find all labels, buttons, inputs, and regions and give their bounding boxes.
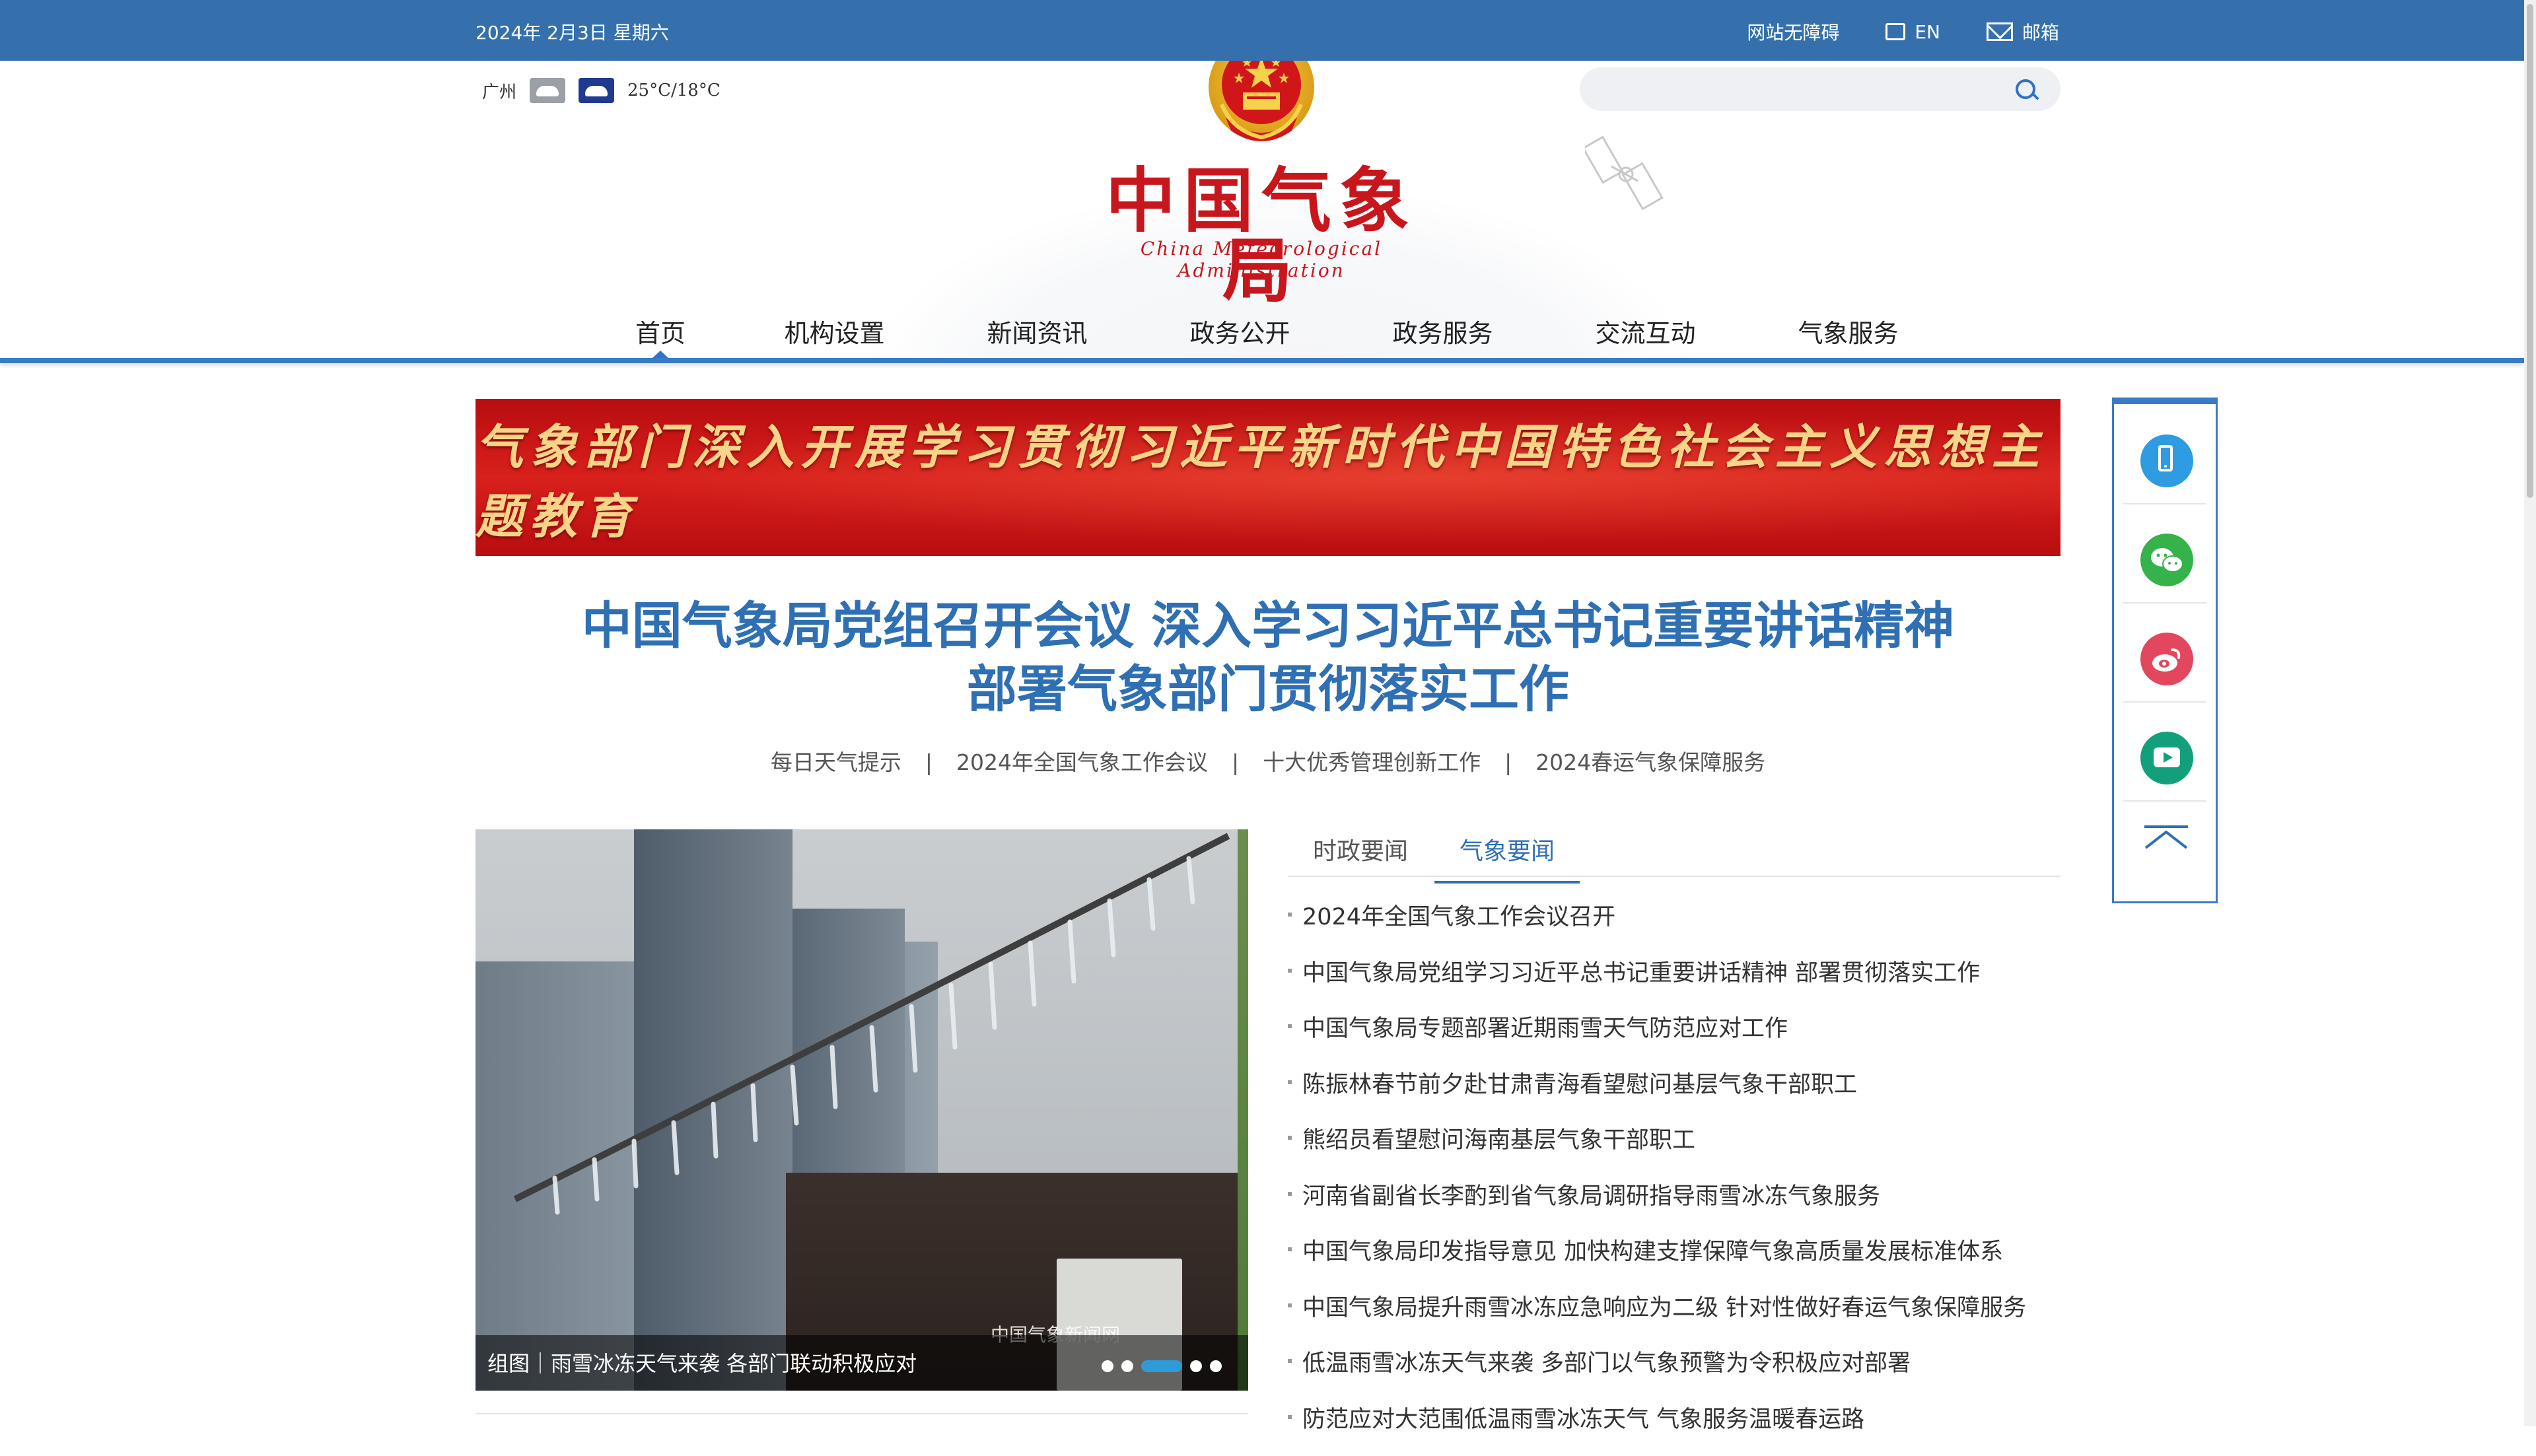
back-to-top-button[interactable] bbox=[2123, 800, 2206, 893]
scrollbar-thumb[interactable] bbox=[2527, 4, 2533, 498]
headline-line-1: 中国气象局党组召开会议 深入学习习近平总书记重要讲话精神 bbox=[476, 594, 2060, 658]
nav-item-government-services[interactable]: 政务服务 bbox=[1341, 313, 1544, 349]
nav-item-government-affairs[interactable]: 政务公开 bbox=[1139, 313, 1341, 349]
cloudy-night-icon bbox=[579, 78, 614, 103]
icicle-chain-graphic bbox=[476, 829, 1238, 1391]
news-tabs: 时政要闻 气象要闻 bbox=[1288, 819, 2060, 877]
site-logo-chinese[interactable]: 中国气象局 bbox=[1090, 166, 1433, 306]
nav-item-interaction[interactable]: 交流互动 bbox=[1544, 313, 1747, 349]
page-scrollbar[interactable] bbox=[2524, 0, 2536, 1426]
top-links: 网站无障碍 EN 邮箱 bbox=[1747, 18, 2059, 45]
headline-line-2: 部署气象部门贯彻落实工作 bbox=[476, 658, 2060, 721]
wechat-link[interactable] bbox=[2123, 503, 2206, 604]
main-nav: 首页 机构设置 新闻资讯 政务公开 政务服务 交流互动 气象服务 bbox=[0, 306, 2524, 359]
nav-item-weather-services[interactable]: 气象服务 bbox=[1747, 313, 1950, 349]
carousel-dot[interactable] bbox=[1210, 1360, 1222, 1372]
news-item[interactable]: 中国气象局专题部署近期雨雪天气防范应对工作 bbox=[1288, 1010, 2060, 1066]
featured-link[interactable]: 每日天气提示 bbox=[771, 749, 901, 775]
accessibility-label: 网站无障碍 bbox=[1747, 18, 1839, 45]
back-to-top-icon bbox=[2143, 824, 2189, 850]
link-separator: | bbox=[1504, 749, 1512, 775]
link-separator: | bbox=[1232, 749, 1239, 775]
news-item[interactable]: 防范应对大范围低温雨雪冰冻天气 气象服务温暖春运路 bbox=[1288, 1401, 2060, 1456]
news-item[interactable]: 河南省副省长李酌到省气象局调研指导雨雪冰冻气象服务 bbox=[1288, 1177, 2060, 1233]
news-item[interactable]: 熊绍员看望慰问海南基层气象干部职工 bbox=[1288, 1121, 2060, 1177]
nav-item-news[interactable]: 新闻资讯 bbox=[936, 313, 1139, 349]
news-item[interactable]: 中国气象局党组学习习近平总书记重要讲话精神 部署贯彻落实工作 bbox=[1288, 954, 2060, 1010]
monitor-icon bbox=[1885, 23, 1905, 40]
mobile-app-link[interactable] bbox=[2123, 404, 2206, 504]
carousel-dot[interactable] bbox=[1121, 1360, 1133, 1372]
satellite-icon bbox=[1585, 133, 1671, 213]
top-headline[interactable]: 中国气象局党组召开会议 深入学习习近平总书记重要讲话精神 部署气象部门贯彻落实工… bbox=[476, 594, 2060, 721]
link-separator: | bbox=[925, 749, 933, 775]
news-item[interactable]: 中国气象局印发指导意见 加快构建支撑保障气象高质量发展标准体系 bbox=[1288, 1233, 2060, 1289]
mail-icon bbox=[1987, 22, 2013, 41]
theme-education-banner[interactable]: 气象部门深入开展学习贯彻习近平新时代中国特色社会主义思想主题教育 bbox=[476, 399, 2060, 556]
english-link[interactable]: EN bbox=[1885, 21, 1940, 43]
floating-share-panel bbox=[2112, 398, 2218, 903]
news-item[interactable]: 陈振林春节前夕赴甘肃青海看望慰问基层气象干部职工 bbox=[1288, 1066, 2060, 1122]
current-date: 2024年 2月3日 星期六 bbox=[476, 18, 669, 45]
video-icon bbox=[2140, 732, 2193, 784]
featured-links: 每日天气提示 | 2024年全国气象工作会议 | 十大优秀管理创新工作 | 2024春运气象… bbox=[476, 745, 2060, 777]
banner-text: 气象部门深入开展学习贯彻习近平新时代中国特色社会主义思想主题教育 bbox=[476, 399, 2060, 556]
carousel-dot-active[interactable] bbox=[1141, 1360, 1182, 1372]
tab-weather-news[interactable]: 气象要闻 bbox=[1434, 832, 1580, 884]
nav-divider bbox=[0, 358, 2524, 363]
featured-link[interactable]: 十大优秀管理创新工作 bbox=[1263, 749, 1481, 775]
video-link[interactable] bbox=[2123, 701, 2206, 802]
wechat-icon bbox=[2140, 534, 2193, 586]
carousel-caption[interactable]: 组图｜雨雪冰冻天气来袭 各部门联动积极应对 bbox=[487, 1347, 917, 1377]
accessibility-link[interactable]: 网站无障碍 bbox=[1747, 18, 1839, 45]
weibo-link[interactable] bbox=[2123, 602, 2206, 703]
search-box bbox=[1580, 67, 2060, 111]
weather-widget: 广州 25°C/18°C bbox=[482, 78, 721, 103]
photo-carousel[interactable]: 中国气象新闻网 组图｜雨雪冰冻天气来袭 各部门联动积极应对 bbox=[476, 829, 1248, 1391]
mail-label: 邮箱 bbox=[2022, 18, 2059, 45]
section-divider bbox=[476, 1413, 1248, 1414]
cloudy-icon bbox=[530, 78, 565, 103]
featured-link[interactable]: 2024春运气象保障服务 bbox=[1535, 749, 1765, 775]
nav-items: 首页 机构设置 新闻资讯 政务公开 政务服务 交流互动 气象服务 bbox=[588, 313, 1950, 349]
site-logo-english: China Meteorological Administration bbox=[1083, 238, 1440, 281]
mail-link[interactable]: 邮箱 bbox=[1987, 18, 2059, 45]
national-emblem-logo bbox=[1206, 61, 1317, 149]
news-item[interactable]: 2024年全国气象工作会议召开 bbox=[1288, 898, 2060, 954]
carousel-dots bbox=[1102, 1360, 1222, 1372]
carousel-dot[interactable] bbox=[1102, 1360, 1113, 1372]
nav-item-home[interactable]: 首页 bbox=[588, 313, 733, 349]
next-slide-peek bbox=[1238, 829, 1248, 1391]
nav-item-organization[interactable]: 机构设置 bbox=[733, 313, 936, 349]
search-input[interactable] bbox=[1600, 67, 1998, 112]
news-item[interactable]: 中国气象局提升雨雪冰冻应急响应为二级 针对性做好春运气象保障服务 bbox=[1288, 1289, 2060, 1345]
weather-city: 广州 bbox=[482, 79, 516, 103]
news-item[interactable]: 低温雨雪冰冻天气来袭 多部门以气象预警为令积极应对部署 bbox=[1288, 1344, 2060, 1401]
news-list: 2024年全国气象工作会议召开 中国气象局党组学习习近平总书记重要讲话精神 部署… bbox=[1288, 898, 2060, 1456]
carousel-dot[interactable] bbox=[1190, 1360, 1202, 1372]
search-icon[interactable] bbox=[2016, 79, 2035, 99]
top-bar: 2024年 2月3日 星期六 网站无障碍 EN 邮箱 bbox=[0, 0, 2524, 61]
weather-temperature: 25°C/18°C bbox=[627, 81, 721, 100]
tab-politics-news[interactable]: 时政要闻 bbox=[1313, 832, 1408, 881]
phone-icon bbox=[2140, 434, 2193, 487]
weibo-icon bbox=[2140, 633, 2193, 685]
english-label: EN bbox=[1915, 21, 1940, 43]
featured-link[interactable]: 2024年全国气象工作会议 bbox=[956, 749, 1208, 775]
